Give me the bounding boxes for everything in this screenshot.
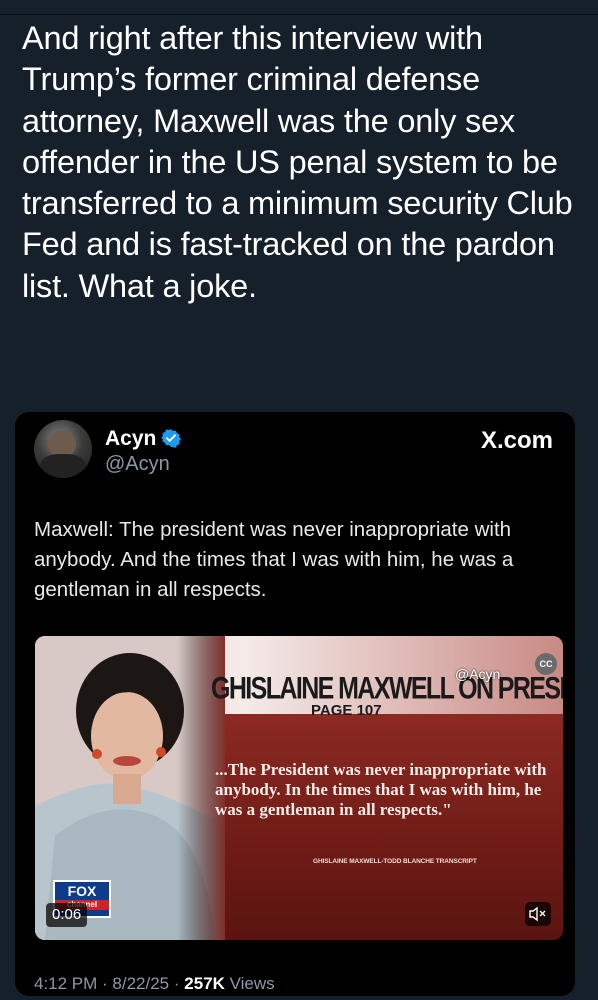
author-avatar[interactable]: [34, 420, 92, 478]
views-count: 257K: [184, 974, 225, 993]
site-label: X.com: [480, 427, 553, 454]
author-name[interactable]: Acyn: [105, 427, 156, 451]
video-duration: 0:06: [46, 903, 88, 927]
logo-top: FOX: [67, 883, 97, 899]
volume-muted-icon[interactable]: [525, 902, 551, 926]
top-divider: [0, 14, 598, 15]
verified-badge-icon: [161, 429, 181, 448]
closed-captions-icon[interactable]: CC: [535, 653, 557, 675]
views-label: Views: [224, 974, 275, 993]
author-handle[interactable]: @Acyn: [105, 453, 170, 476]
video-quote: ...The President was never inappropriate…: [215, 760, 547, 819]
quoted-tweet-text: Maxwell: The president was never inappro…: [34, 518, 514, 601]
video-watermark: @Acyn: [455, 666, 501, 682]
post-text: And right after this interview with Trum…: [22, 20, 573, 304]
video-credit: GHISLAINE MAXWELL-TODD BLANCHE TRANSCRIP…: [313, 858, 477, 865]
video-page-label: PAGE 107: [311, 702, 382, 719]
video-headline: GHISLAINE MAXWELL ON PRESIDENT TRUMP: [211, 671, 563, 706]
quoted-tweet-card[interactable]: Acyn @Acyn X.com Maxwell: The president …: [15, 412, 575, 996]
timestamp[interactable]: 4:12 PM · 8/22/25 ·: [34, 974, 184, 993]
video-player[interactable]: GHISLAINE MAXWELL ON PRESIDENT TRUMP PAG…: [35, 636, 563, 940]
tweet-meta: 4:12 PM · 8/22/25 · 257K Views: [34, 974, 275, 994]
